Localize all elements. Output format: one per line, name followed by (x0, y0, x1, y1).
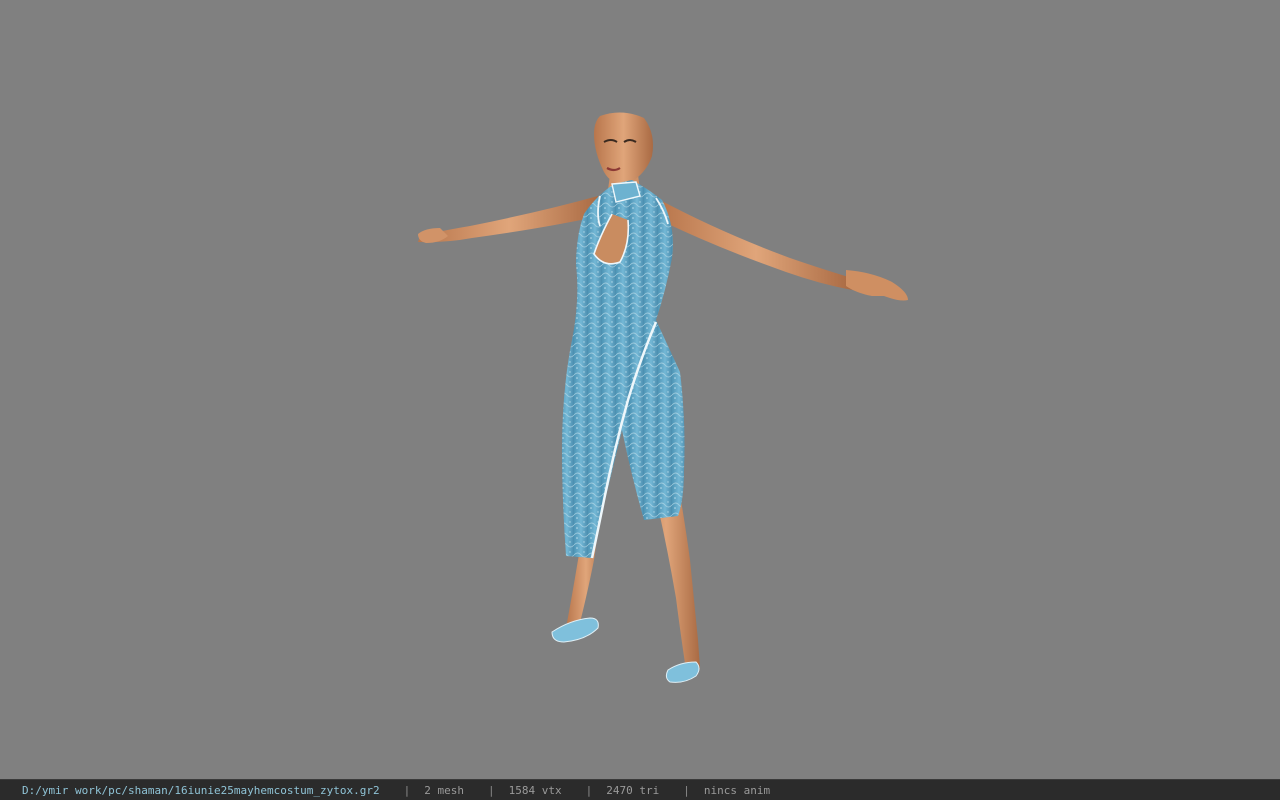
character-model-icon[interactable] (0, 0, 1280, 779)
vertex-count: 1584 vtx (508, 783, 562, 797)
status-bar: D:/ymir work/pc/shaman/16iunie25mayhemco… (0, 779, 1280, 800)
file-path: D:/ymir work/pc/shaman/16iunie25mayhemco… (22, 783, 380, 797)
right-arm (660, 200, 852, 290)
head (594, 112, 653, 185)
3d-viewport[interactable] (0, 0, 1280, 779)
right-hand (846, 270, 908, 301)
separator: | (403, 783, 411, 797)
separator: | (585, 783, 593, 797)
mesh-count: 2 mesh (424, 783, 464, 797)
separator: | (488, 783, 495, 797)
separator: | (683, 783, 690, 797)
animation-status: nincs anim (703, 783, 771, 797)
shoe-left (551, 617, 599, 643)
shoe-right (665, 661, 700, 683)
triangle-count: 2470 tri (606, 783, 660, 797)
